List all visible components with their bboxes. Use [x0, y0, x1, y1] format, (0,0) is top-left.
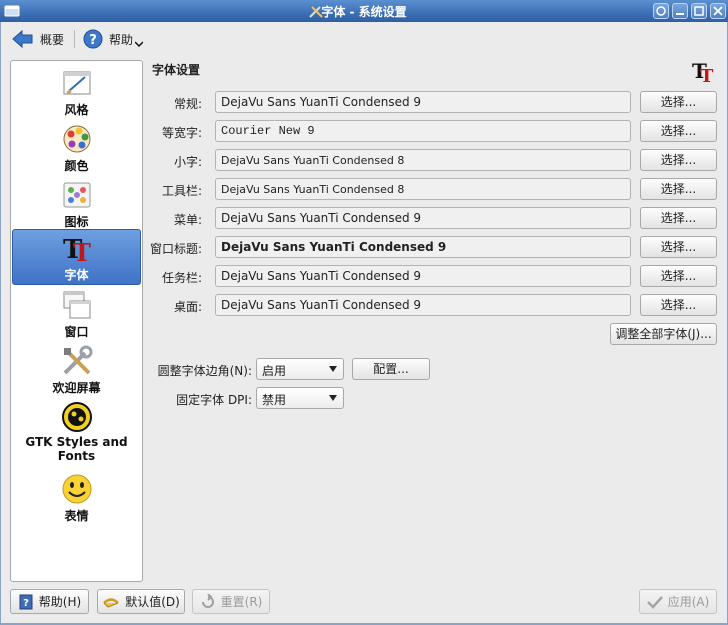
windows-icon: [63, 291, 90, 319]
checkmark-icon: [646, 595, 663, 609]
force-dpi-select[interactable]: 禁用: [256, 387, 344, 409]
configure-button[interactable]: 配置...: [352, 358, 430, 380]
choose-button-fixed[interactable]: 选择...: [640, 120, 717, 142]
help-menu-button[interactable]: ? 帮助: [83, 26, 144, 52]
svg-text:?: ?: [89, 33, 97, 48]
help-icon: ?: [83, 29, 103, 49]
defaults-icon: [103, 597, 120, 608]
icons-icon: [63, 182, 90, 208]
sidebar-label-fonts: 字体: [64, 268, 89, 282]
row-label-small: 小字:: [173, 155, 202, 169]
sidebar-item-fonts[interactable]: T T 字体: [12, 229, 141, 285]
font-field-fixed: Courier New 9: [215, 120, 631, 142]
sidebar-item-gtk[interactable]: GTK Styles and Fonts: [12, 401, 141, 471]
sidebar-label-windows: 窗口: [64, 325, 89, 339]
row-label-window-title: 窗口标题:: [149, 242, 202, 256]
row-label-desktop: 桌面:: [173, 300, 202, 314]
section-title: 字体设置: [152, 63, 201, 77]
choose-button-taskbar[interactable]: 选择...: [640, 265, 717, 287]
help-book-icon: ?: [19, 594, 33, 609]
overview-button[interactable]: 概要: [12, 26, 64, 52]
help-button[interactable]: ? 帮助(H): [10, 589, 89, 614]
force-dpi-label: 固定字体 DPI:: [176, 393, 252, 407]
sidebar-label-splash: 欢迎屏幕: [52, 381, 101, 395]
help-button-label: 帮助(H): [38, 595, 82, 609]
splash-screen-icon: [63, 345, 92, 375]
sidebar-label-gtk: GTK Styles and Fonts: [25, 435, 128, 463]
font-field-taskbar: DejaVu Sans YuanTi Condensed 9: [215, 265, 631, 287]
chevron-down-icon: [135, 41, 144, 48]
sidebar-label-colors: 颜色: [64, 159, 89, 173]
row-label-taskbar: 任务栏:: [161, 271, 202, 285]
choose-button-small[interactable]: 选择...: [640, 149, 717, 171]
force-dpi-value: 禁用: [262, 393, 287, 407]
font-field-desktop: DejaVu Sans YuanTi Condensed 9: [215, 294, 631, 316]
antialias-value: 启用: [262, 364, 287, 378]
reset-icon: [201, 593, 214, 608]
reset-button[interactable]: 重置(R): [192, 589, 270, 614]
svg-text:T: T: [73, 238, 91, 264]
adjust-all-fonts-button[interactable]: 调整全部字体(J)...: [610, 323, 717, 345]
sidebar-item-colors[interactable]: 颜色: [12, 123, 141, 177]
row-label-fixed: 等宽字:: [161, 126, 202, 140]
font-field-window-title: DejaVu Sans YuanTi Condensed 9: [215, 236, 631, 258]
help-window-button[interactable]: [653, 3, 669, 19]
sidebar-item-style[interactable]: 风格: [12, 67, 141, 121]
help-label: 帮助: [109, 32, 134, 47]
choose-button-general[interactable]: 选择...: [640, 91, 717, 113]
fonts-icon: T T: [63, 235, 91, 264]
style-icon: [63, 71, 90, 95]
sidebar-item-splash[interactable]: 欢迎屏幕: [12, 345, 141, 399]
sidebar-label-icons: 图标: [64, 215, 89, 229]
back-arrow-icon: [12, 29, 33, 49]
font-field-general: DejaVu Sans YuanTi Condensed 9: [215, 91, 631, 113]
dropdown-arrow-icon: [329, 395, 337, 401]
row-label-toolbar: 工具栏:: [161, 184, 202, 198]
apply-button[interactable]: 应用(A): [639, 589, 717, 614]
sidebar-item-emoticons[interactable]: 表情: [12, 473, 141, 527]
font-field-small: DejaVu Sans YuanTi Condensed 8: [215, 149, 631, 171]
choose-button-toolbar[interactable]: 选择...: [640, 178, 717, 200]
dropdown-arrow-icon: [329, 366, 337, 372]
row-label-general: 常规:: [173, 97, 202, 111]
font-field-menu: DejaVu Sans YuanTi Condensed 9: [215, 207, 631, 229]
toolbar-separator: [74, 30, 75, 48]
svg-text:T: T: [700, 66, 714, 84]
overview-label: 概要: [40, 32, 65, 47]
apply-button-label: 应用(A): [667, 595, 710, 609]
choose-button-desktop[interactable]: 选择...: [640, 294, 717, 316]
minimize-button[interactable]: [672, 3, 688, 19]
colors-icon: [63, 125, 90, 153]
font-field-toolbar: DejaVu Sans YuanTi Condensed 8: [215, 178, 631, 200]
font-settings-logo-icon: T T: [692, 59, 714, 84]
defaults-button-label: 默认值(D): [125, 595, 180, 609]
reset-button-label: 重置(R): [220, 595, 263, 609]
maximize-button[interactable]: [691, 3, 707, 19]
sidebar-label-style: 风格: [64, 103, 89, 117]
window-title: 字体 - 系统设置: [321, 5, 407, 19]
toolbar: 概要 ? 帮助: [0, 22, 728, 56]
choose-button-window-title[interactable]: 选择...: [640, 236, 717, 258]
title-bar: 字体 - 系统设置: [0, 0, 728, 22]
antialias-label: 圆整字体边角(N):: [157, 364, 252, 378]
category-sidebar: 风格 颜色 图标 T T 字体 窗口 欢迎屏幕 GTK Styles and F…: [10, 60, 143, 582]
defaults-button[interactable]: 默认值(D): [97, 589, 185, 614]
emoticons-icon: [62, 474, 91, 504]
gtk-icon: [61, 402, 92, 432]
row-label-menu: 菜单:: [173, 213, 202, 227]
sidebar-label-emoticons: 表情: [64, 509, 89, 523]
sidebar-item-windows[interactable]: 窗口: [12, 289, 141, 343]
sidebar-item-icons[interactable]: 图标: [12, 179, 141, 233]
antialias-select[interactable]: 启用: [256, 358, 344, 380]
close-button[interactable]: [710, 3, 726, 19]
svg-text:?: ?: [23, 598, 29, 609]
choose-button-menu[interactable]: 选择...: [640, 207, 717, 229]
